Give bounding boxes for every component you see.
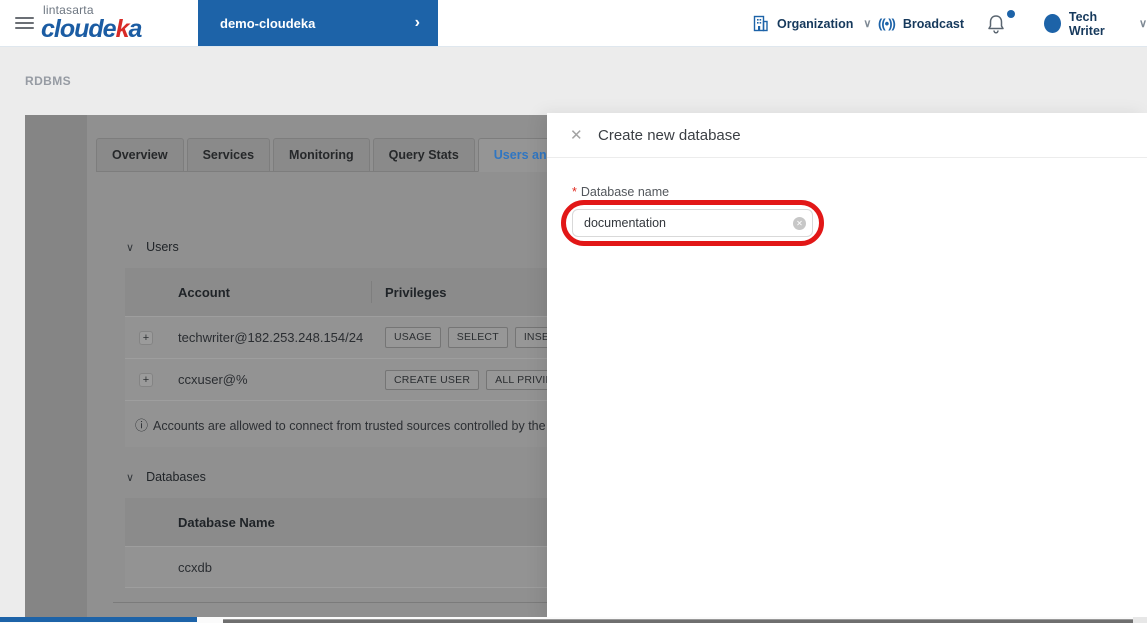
user-name: Tech Writer xyxy=(1069,10,1129,38)
broadcast-icon: ((•)) xyxy=(878,16,895,31)
breadcrumb: RDBMS xyxy=(25,74,71,88)
bottom-blue-bar xyxy=(0,617,197,622)
users-section-title: Users xyxy=(146,240,179,254)
account-cell: techwriter@182.253.248.154/24 xyxy=(178,330,363,345)
menu-hamburger-icon[interactable] xyxy=(15,17,34,30)
notifications-button[interactable] xyxy=(986,0,1016,47)
chevron-down-icon: ∨ xyxy=(126,471,134,484)
column-header-database-name: Database Name xyxy=(178,515,275,530)
scrollbar-corner xyxy=(1133,617,1147,623)
cloudeka-logo: lintasarta cloudeka xyxy=(41,4,141,42)
close-icon[interactable]: ✕ xyxy=(570,126,583,144)
firewall-note: ⓘAccounts are allowed to connect from tr… xyxy=(135,415,571,434)
project-selector-button[interactable]: demo-cloudeka › xyxy=(198,0,438,46)
project-name: demo-cloudeka xyxy=(220,16,315,31)
users-section-toggle[interactable]: ∨ Users xyxy=(126,240,179,254)
chevron-down-icon: ∨ xyxy=(1139,17,1147,30)
chevron-down-icon: ∨ xyxy=(126,241,134,254)
chevron-right-icon: › xyxy=(415,14,420,32)
user-menu[interactable]: Tech Writer ∨ xyxy=(1044,0,1147,47)
column-header-privileges: Privileges xyxy=(385,285,446,300)
databases-section-title: Databases xyxy=(146,470,206,484)
column-header-account: Account xyxy=(178,285,230,300)
bell-icon xyxy=(986,13,1006,35)
organization-menu[interactable]: Organization ∨ xyxy=(752,0,871,47)
drawer-title: Create new database xyxy=(598,127,741,144)
tab-query-stats[interactable]: Query Stats xyxy=(373,138,475,172)
expand-row-button[interactable]: + xyxy=(139,331,153,345)
databases-section-toggle[interactable]: ∨ Databases xyxy=(126,470,206,484)
create-database-drawer: ✕ Create new database *Database name ✕ xyxy=(547,113,1147,623)
privilege-badge: SELECT xyxy=(448,327,508,348)
privilege-badge: USAGE xyxy=(385,327,441,348)
tab-services[interactable]: Services xyxy=(187,138,270,172)
expand-row-button[interactable]: + xyxy=(139,373,153,387)
notification-dot xyxy=(1007,10,1015,18)
avatar xyxy=(1044,14,1061,33)
tab-overview[interactable]: Overview xyxy=(96,138,184,172)
info-icon: ⓘ xyxy=(135,418,148,433)
database-name-input[interactable] xyxy=(572,209,813,237)
broadcast-label: Broadcast xyxy=(903,17,964,31)
account-cell: ccxuser@% xyxy=(178,372,248,387)
database-name-cell: ccxdb xyxy=(178,560,212,575)
drawer-header: ✕ Create new database xyxy=(547,113,1147,158)
broadcast-menu[interactable]: ((•)) Broadcast xyxy=(878,0,964,47)
chevron-down-icon: ∨ xyxy=(863,17,871,30)
database-name-label: *Database name xyxy=(572,185,669,199)
clear-input-icon[interactable]: ✕ xyxy=(793,217,806,230)
tab-monitoring[interactable]: Monitoring xyxy=(273,138,370,172)
organization-building-icon xyxy=(752,15,769,32)
privilege-badge: CREATE USER xyxy=(385,370,479,390)
required-asterisk: * xyxy=(572,185,577,199)
column-separator xyxy=(371,281,372,303)
horizontal-scrollbar[interactable] xyxy=(223,619,1133,623)
logo-brand-text: cloudeka xyxy=(41,17,141,42)
organization-label: Organization xyxy=(777,17,853,31)
top-navbar: lintasarta cloudeka demo-cloudeka › Orga… xyxy=(0,0,1147,47)
